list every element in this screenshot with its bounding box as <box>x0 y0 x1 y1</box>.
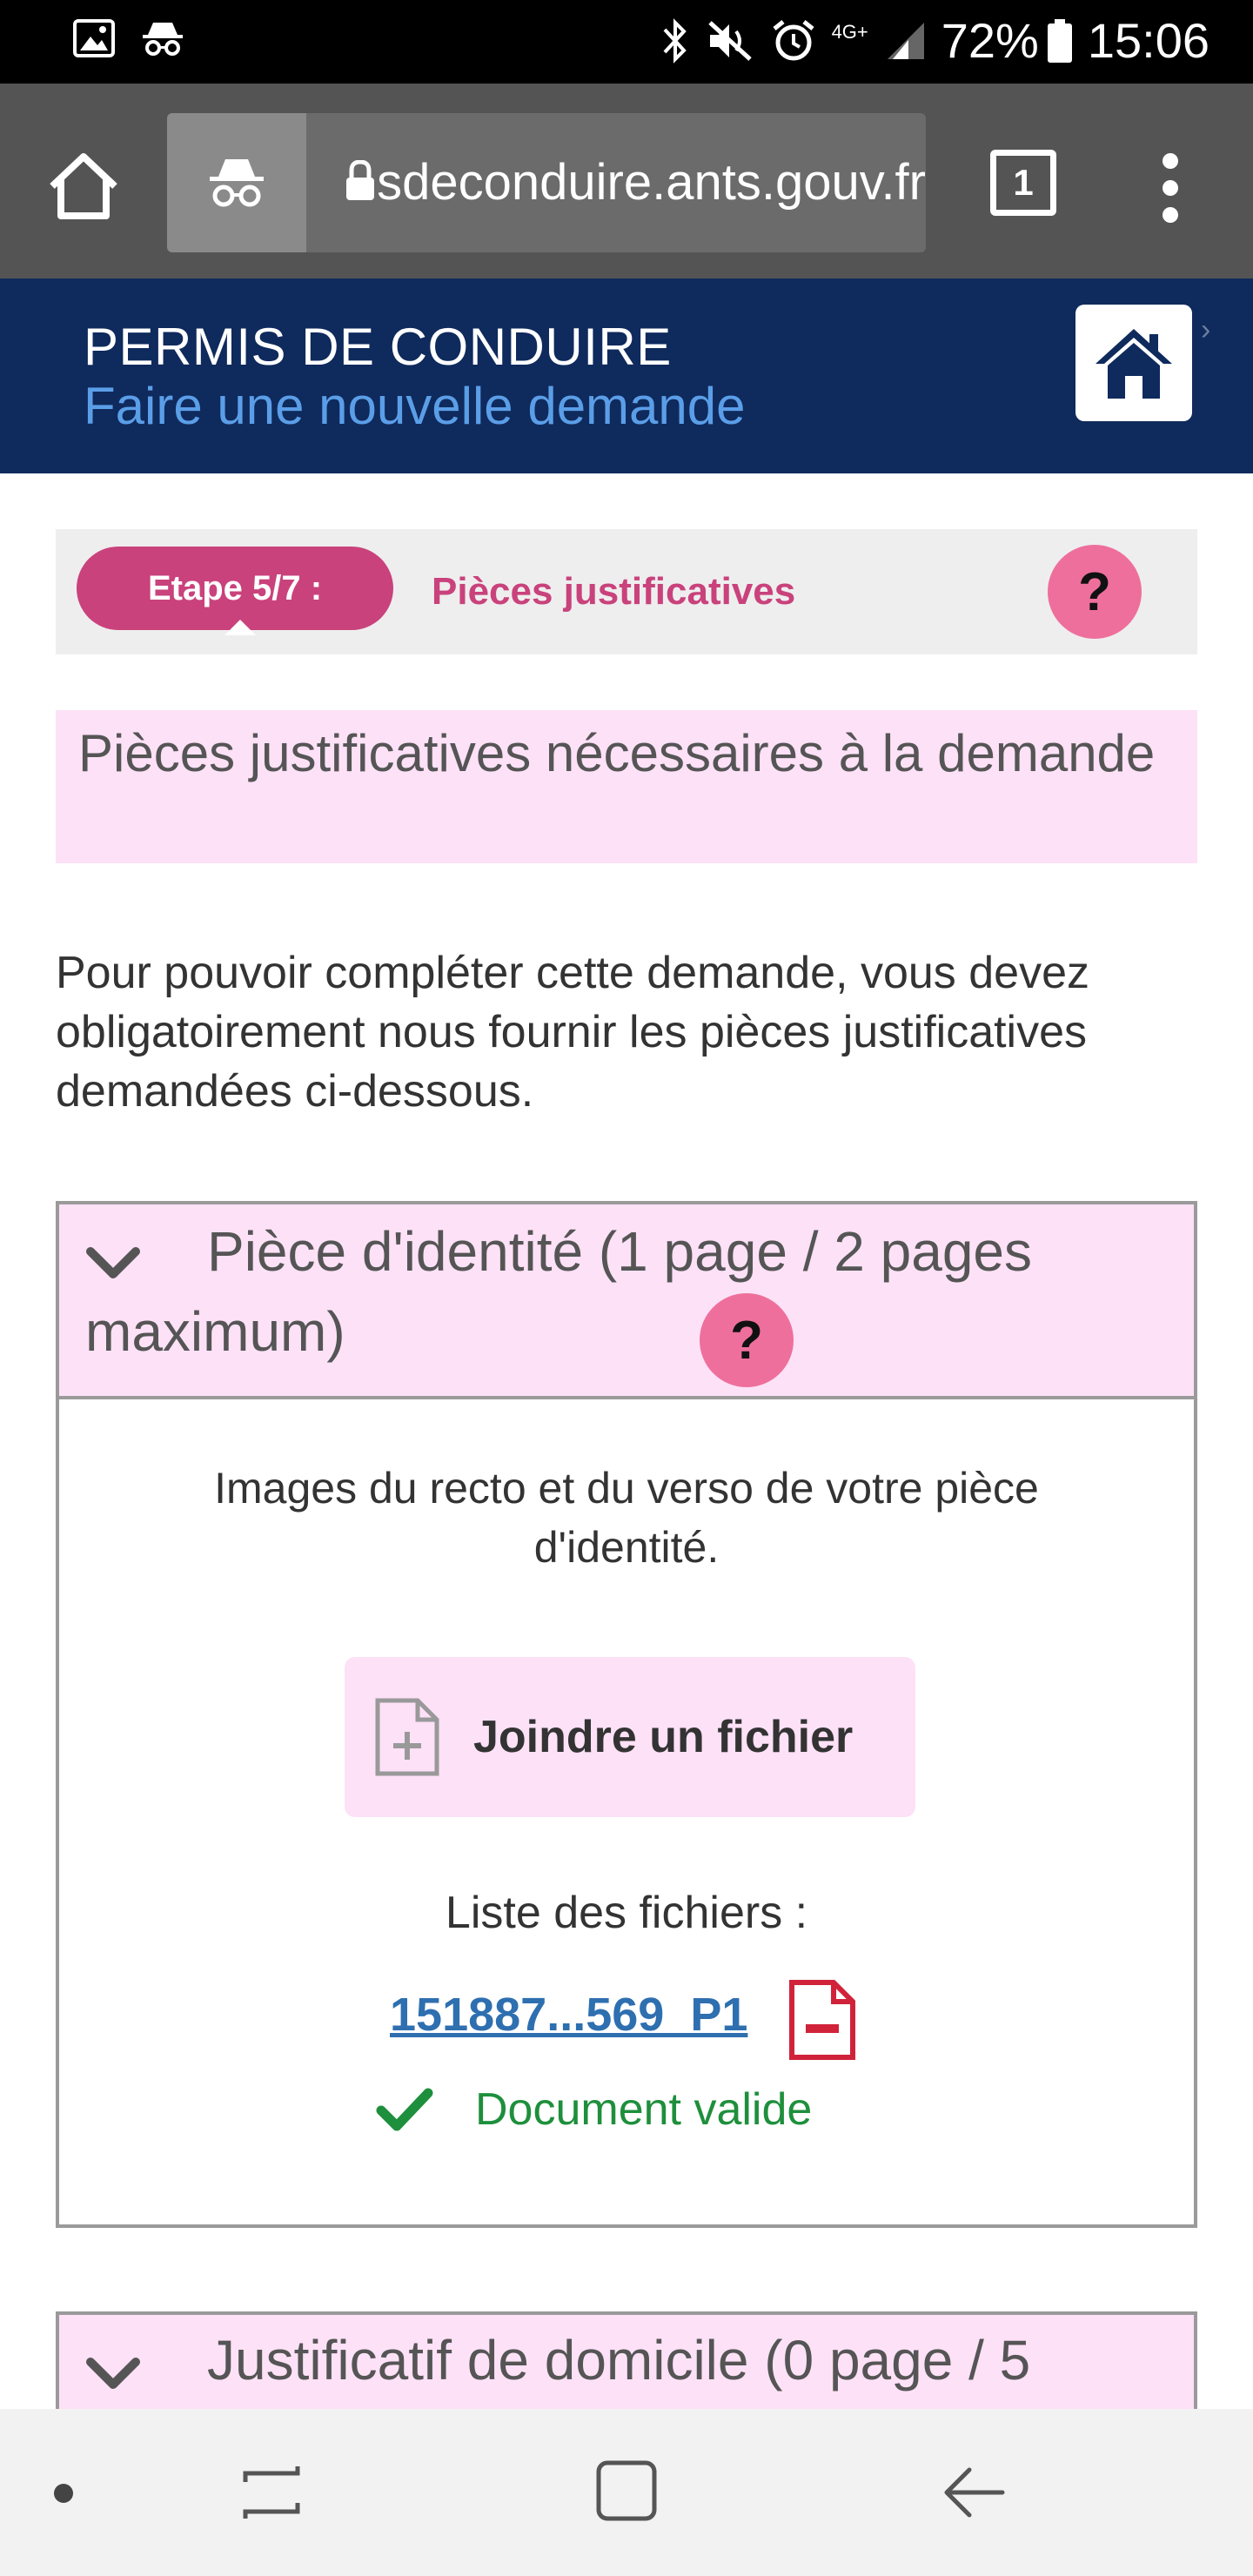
tab-switcher-button[interactable]: 1 <box>990 150 1056 216</box>
recent-apps-icon[interactable] <box>237 2458 306 2527</box>
status-bar: 4G+ 72% 15:06 <box>0 0 1253 84</box>
join-file-label: Joindre un fichier <box>473 1712 854 1762</box>
bluetooth-icon <box>663 17 687 64</box>
network-type: 4G+ <box>831 20 868 43</box>
incognito-badge <box>167 113 306 252</box>
step-pill: Etape 5/7 : <box>77 547 393 630</box>
mute-icon <box>707 20 752 61</box>
browser-menu-icon[interactable] <box>1157 153 1183 223</box>
file-link[interactable]: 151887...569_P1 <box>390 1988 747 2042</box>
piece-domicile-title: Justificatif de domicile (0 page / 5 pag… <box>207 2329 1031 2392</box>
site-subtitle: Faire une nouvelle demande <box>84 377 746 435</box>
browser-home-icon[interactable] <box>47 150 120 223</box>
chevron-right-icon: › <box>1201 313 1211 346</box>
step-label: Pièces justificatives <box>432 570 796 613</box>
site-header: PERMIS DE CONDUIRE Faire une nouvelle de… <box>0 278 1253 473</box>
valid-status: Document valide <box>376 2083 812 2136</box>
nav-dot-indicator <box>54 2484 73 2503</box>
lock-icon <box>346 160 374 200</box>
nav-home-icon[interactable] <box>593 2458 660 2524</box>
section-heading: Pièces justificatives nécessaires à la d… <box>56 710 1197 863</box>
site-title: PERMIS DE CONDUIRE <box>84 318 672 376</box>
gallery-notification-icon <box>73 19 115 57</box>
browser-toolbar: permisdeconduire.ants.gouv.fr 1 <box>0 84 1253 278</box>
check-icon <box>376 2088 433 2131</box>
piece-domicile-panel[interactable]: Justificatif de domicile (0 page / 5 pag… <box>56 2311 1197 2409</box>
battery-percent: 72% <box>941 13 1039 68</box>
piece-identite-panel: Pièce d'identité (1 page / 2 pages maxim… <box>56 1201 1197 2228</box>
join-file-button[interactable]: Joindre un fichier <box>345 1657 915 1817</box>
step-bar: Etape 5/7 : Pièces justificatives ? <box>56 529 1197 654</box>
piece-identite-title: Pièce d'identité (1 page / 2 pages maxim… <box>85 1220 1032 1363</box>
alarm-icon <box>773 19 814 60</box>
step-help-button[interactable]: ? <box>1048 545 1142 639</box>
page-content: Etape 5/7 : Pièces justificatives ? Pièc… <box>0 473 1253 2409</box>
piece-identite-description: Images du recto et du verso de votre piè… <box>214 1464 1039 1572</box>
piece-identite-help-button[interactable]: ? <box>700 1293 794 1387</box>
site-home-button[interactable] <box>1075 305 1192 421</box>
house-icon <box>1096 329 1172 399</box>
intro-text: Pour pouvoir compléter cette demande, vo… <box>56 948 1090 1117</box>
files-list-label: Liste des fichiers : <box>445 1888 808 1938</box>
file-remove-icon[interactable] <box>788 1979 856 2061</box>
valid-status-label: Document valide <box>475 2084 813 2135</box>
back-arrow-icon[interactable] <box>940 2458 1009 2527</box>
file-add-icon <box>375 1698 439 1776</box>
clock: 15:06 <box>1087 13 1209 68</box>
piece-identite-header[interactable]: Pièce d'identité (1 page / 2 pages maxim… <box>59 1204 1194 1399</box>
incognito-notification-icon <box>143 23 183 56</box>
battery-icon <box>1047 18 1072 63</box>
incognito-icon <box>210 159 264 207</box>
url-text[interactable]: permisdeconduire.ants.gouv.fr <box>376 113 926 252</box>
signal-icon <box>887 22 924 59</box>
address-bar[interactable]: permisdeconduire.ants.gouv.fr <box>167 113 926 252</box>
system-nav-bar <box>0 2409 1253 2576</box>
